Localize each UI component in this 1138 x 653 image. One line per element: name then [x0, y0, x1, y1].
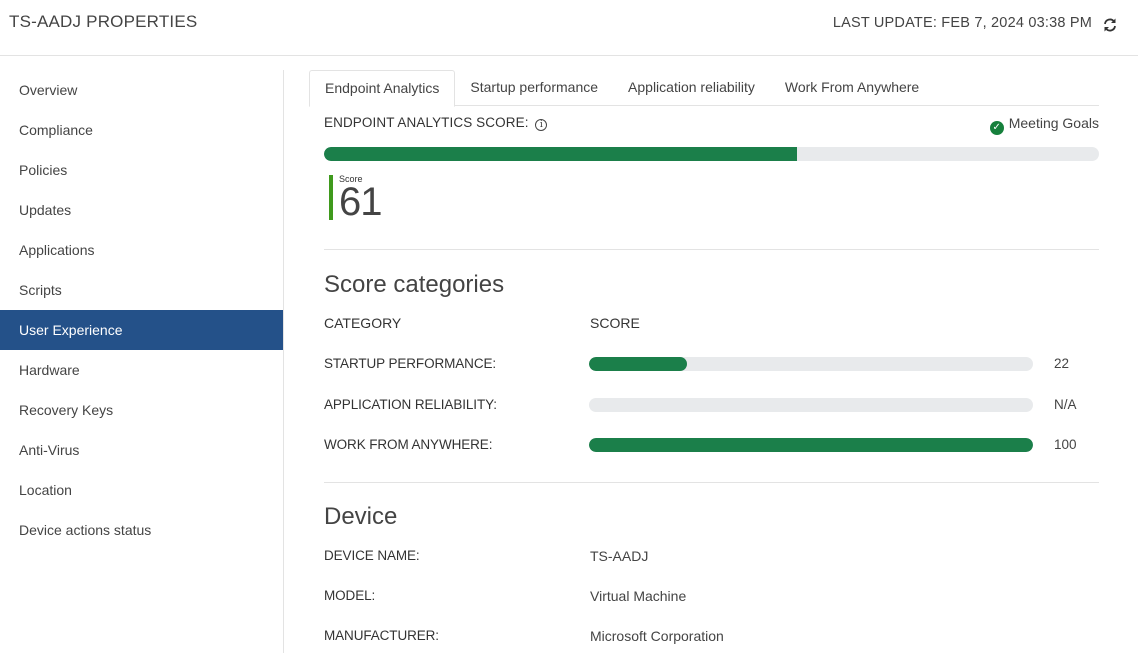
- device-field-value: TS-AADJ: [590, 548, 649, 564]
- sidebar-item-anti-virus[interactable]: Anti-Virus: [0, 430, 283, 470]
- sidebar-item-scripts[interactable]: Scripts: [0, 270, 283, 310]
- device-field-value: Virtual Machine: [590, 588, 687, 604]
- category-name: APPLICATION RELIABILITY:: [324, 397, 497, 412]
- sidebar-item-user-experience[interactable]: User Experience: [0, 310, 283, 350]
- tab-bar: Endpoint Analytics Startup performance A…: [309, 70, 1099, 107]
- goal-status: ✓ Meeting Goals: [989, 115, 1099, 135]
- category-row-work-from-anywhere: WORK FROM ANYWHERE: 100: [324, 434, 1099, 454]
- sidebar-item-location[interactable]: Location: [0, 470, 283, 510]
- tab-endpoint-analytics[interactable]: Endpoint Analytics: [309, 70, 456, 107]
- sidebar-nav: Overview Compliance Policies Updates App…: [0, 70, 283, 550]
- sidebar-item-compliance[interactable]: Compliance: [0, 110, 283, 150]
- category-score-bar: [589, 438, 1033, 452]
- score-column-header: SCORE: [590, 315, 640, 331]
- device-field-label: MANUFACTURER:: [324, 628, 439, 643]
- device-row-manufacturer: MANUFACTURER: Microsoft Corporation: [324, 628, 1099, 648]
- category-score-value: N/A: [1054, 397, 1077, 412]
- sidebar-item-overview[interactable]: Overview: [0, 70, 283, 110]
- refresh-icon[interactable]: [1101, 16, 1119, 34]
- category-score-bar: [589, 357, 1033, 371]
- category-row-startup: STARTUP PERFORMANCE: 22: [324, 353, 1099, 373]
- category-column-header: CATEGORY: [324, 315, 402, 331]
- analytics-score-heading: ENDPOINT ANALYTICS SCORE: i: [324, 115, 548, 131]
- page-header: TS-AADJ PROPERTIES LAST UPDATE: FEB 7, 2…: [0, 0, 1138, 56]
- sidebar-item-policies[interactable]: Policies: [0, 150, 283, 190]
- sidebar-item-hardware[interactable]: Hardware: [0, 350, 283, 390]
- sidebar-item-device-actions-status[interactable]: Device actions status: [0, 510, 283, 550]
- section-divider: [324, 482, 1099, 483]
- score-display: Score 61: [329, 174, 382, 224]
- tab-work-from-anywhere[interactable]: Work From Anywhere: [770, 70, 934, 106]
- page-title: TS-AADJ PROPERTIES: [9, 12, 198, 31]
- device-field-label: DEVICE NAME:: [324, 548, 420, 563]
- tab-application-reliability[interactable]: Application reliability: [613, 70, 770, 106]
- device-row-name: DEVICE NAME: TS-AADJ: [324, 548, 1099, 568]
- score-value: 61: [339, 180, 382, 224]
- check-circle-icon: ✓: [989, 121, 1004, 135]
- category-score-value: 100: [1054, 437, 1077, 452]
- category-score-bar-fill: [589, 357, 687, 371]
- analytics-score-label: ENDPOINT ANALYTICS SCORE:: [324, 115, 529, 130]
- goal-status-text: Meeting Goals: [1008, 115, 1099, 131]
- category-score-bar: [589, 398, 1033, 412]
- analytics-score-bar: [324, 147, 1099, 161]
- category-score-bar-fill: [589, 438, 1033, 452]
- device-section-title: Device: [324, 503, 398, 530]
- last-update-timestamp: LAST UPDATE: FEB 7, 2024 03:38 PM: [832, 15, 1092, 31]
- category-row-app-reliability: APPLICATION RELIABILITY: N/A: [324, 394, 1099, 414]
- device-field-value: Microsoft Corporation: [590, 628, 724, 644]
- device-row-model: MODEL: Virtual Machine: [324, 588, 1099, 608]
- info-icon[interactable]: i: [535, 119, 548, 131]
- sidebar-item-updates[interactable]: Updates: [0, 190, 283, 230]
- tab-startup-performance[interactable]: Startup performance: [455, 70, 613, 106]
- device-field-label: MODEL:: [324, 588, 376, 603]
- main-panel: Endpoint Analytics Startup performance A…: [309, 70, 1099, 644]
- sidebar-item-recovery-keys[interactable]: Recovery Keys: [0, 390, 283, 430]
- analytics-score-bar-fill: [324, 147, 797, 161]
- section-divider: [324, 249, 1099, 250]
- category-score-value: 22: [1054, 356, 1070, 371]
- category-name: WORK FROM ANYWHERE:: [324, 437, 493, 452]
- category-name: STARTUP PERFORMANCE:: [324, 356, 497, 371]
- score-categories-title: Score categories: [324, 271, 505, 298]
- sidebar-divider: [283, 70, 284, 653]
- sidebar-item-applications[interactable]: Applications: [0, 230, 283, 270]
